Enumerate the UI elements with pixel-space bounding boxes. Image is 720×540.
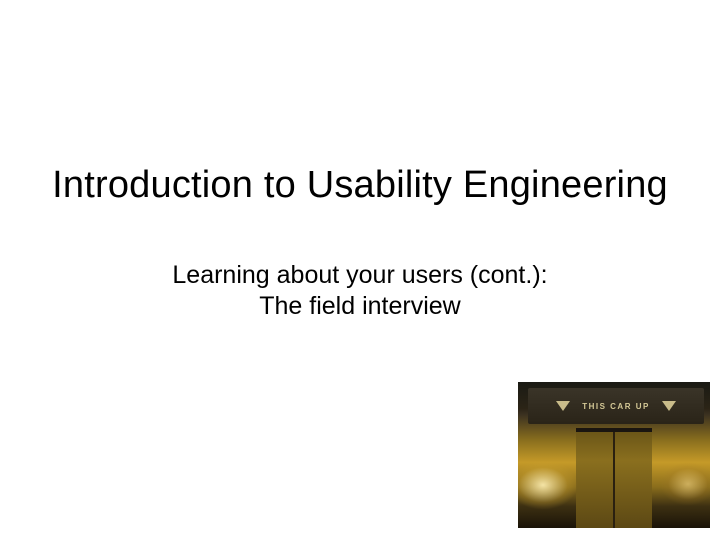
elevator-sign: THIS CAR UP bbox=[528, 388, 704, 424]
subtitle-line-1: Learning about your users (cont.): bbox=[0, 260, 720, 291]
light-glow-right bbox=[660, 462, 710, 506]
elevator-photo: THIS CAR UP bbox=[518, 382, 710, 528]
subtitle-line-2: The field interview bbox=[0, 291, 720, 322]
slide-title: Introduction to Usability Engineering bbox=[0, 164, 720, 207]
slide-subtitle: Learning about your users (cont.): The f… bbox=[0, 260, 720, 323]
light-glow-left bbox=[518, 460, 578, 510]
down-arrow-icon bbox=[556, 401, 570, 411]
down-arrow-icon bbox=[662, 401, 676, 411]
sign-text: THIS CAR UP bbox=[582, 402, 650, 411]
elevator-door bbox=[576, 428, 652, 528]
